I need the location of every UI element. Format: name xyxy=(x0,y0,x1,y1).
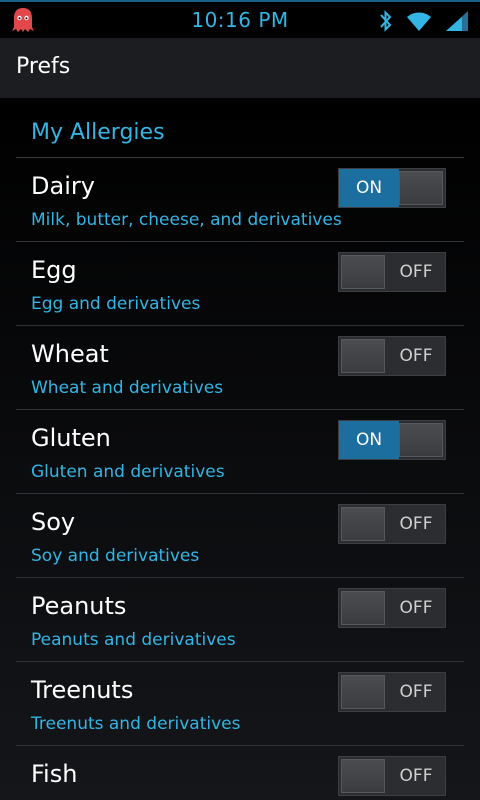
category-title: My Allergies xyxy=(31,120,165,145)
switch-thumb[interactable] xyxy=(341,507,385,541)
pref-summary: Milk, butter, cheese, and derivatives xyxy=(31,210,342,230)
pref-row-fish[interactable]: Fish OFF xyxy=(16,746,464,800)
bluetooth-icon xyxy=(380,10,392,32)
pref-row-treenuts[interactable]: Treenuts Treenuts and derivatives OFF xyxy=(16,662,464,746)
pref-title: Fish xyxy=(31,760,78,788)
pref-row-gluten[interactable]: Gluten Gluten and derivatives ON xyxy=(16,410,464,494)
wifi-icon xyxy=(407,12,431,31)
switch-state-label: OFF xyxy=(399,346,433,366)
egg-switch[interactable]: OFF xyxy=(338,252,446,292)
pref-row-dairy[interactable]: Dairy Milk, butter, cheese, and derivati… xyxy=(16,158,464,242)
switch-thumb[interactable] xyxy=(341,255,385,289)
page-title: Prefs xyxy=(16,54,71,79)
switch-state-label: OFF xyxy=(399,262,433,282)
pref-summary: Wheat and derivatives xyxy=(31,378,224,398)
category-header: My Allergies xyxy=(16,98,464,158)
switch-thumb[interactable] xyxy=(341,675,385,709)
switch-thumb[interactable] xyxy=(399,423,443,457)
switch-thumb[interactable] xyxy=(341,339,385,373)
signal-icon xyxy=(446,11,468,31)
pref-title: Gluten xyxy=(31,424,111,452)
soy-switch[interactable]: OFF xyxy=(338,504,446,544)
switch-state-label: ON xyxy=(339,169,399,207)
pref-summary: Soy and derivatives xyxy=(31,546,200,566)
switch-state-label: ON xyxy=(339,421,399,459)
status-bar: 10:16 PM xyxy=(0,0,480,38)
fish-switch[interactable]: OFF xyxy=(338,756,446,796)
dairy-switch[interactable]: ON xyxy=(338,168,446,208)
action-bar: Prefs xyxy=(0,38,480,98)
switch-state-label: OFF xyxy=(399,766,433,786)
switch-thumb[interactable] xyxy=(341,759,385,793)
switch-thumb[interactable] xyxy=(341,591,385,625)
pref-title: Peanuts xyxy=(31,592,127,620)
pref-row-wheat[interactable]: Wheat Wheat and derivatives OFF xyxy=(16,326,464,410)
pref-title: Treenuts xyxy=(31,676,134,704)
pref-title: Dairy xyxy=(31,172,95,200)
treenuts-switch[interactable]: OFF xyxy=(338,672,446,712)
pref-title: Egg xyxy=(31,256,77,284)
pref-summary: Peanuts and derivatives xyxy=(31,630,236,650)
switch-state-label: OFF xyxy=(399,682,433,702)
switch-state-label: OFF xyxy=(399,514,433,534)
wheat-switch[interactable]: OFF xyxy=(338,336,446,376)
pref-row-peanuts[interactable]: Peanuts Peanuts and derivatives OFF xyxy=(16,578,464,662)
status-icons xyxy=(378,8,470,34)
pref-summary: Gluten and derivatives xyxy=(31,462,225,482)
pref-summary: Egg and derivatives xyxy=(31,294,201,314)
pref-row-soy[interactable]: Soy Soy and derivatives OFF xyxy=(16,494,464,578)
pref-summary: Treenuts and derivatives xyxy=(31,714,241,734)
switch-thumb[interactable] xyxy=(399,171,443,205)
pref-title: Wheat xyxy=(31,340,109,368)
switch-state-label: OFF xyxy=(399,598,433,618)
pref-title: Soy xyxy=(31,508,76,536)
pref-row-egg[interactable]: Egg Egg and derivatives OFF xyxy=(16,242,464,326)
gluten-switch[interactable]: ON xyxy=(338,420,446,460)
preferences-list: My Allergies Dairy Milk, butter, cheese,… xyxy=(0,98,480,800)
peanuts-switch[interactable]: OFF xyxy=(338,588,446,628)
